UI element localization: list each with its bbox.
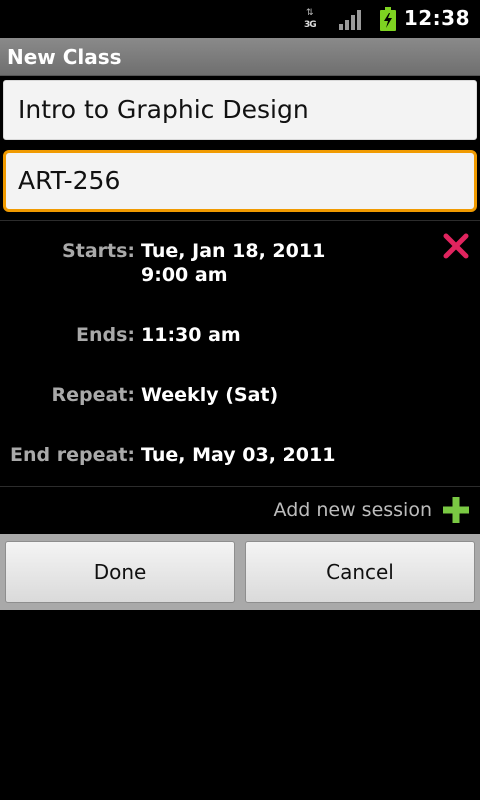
end-repeat-label: End repeat:	[10, 444, 135, 466]
session-repeat-row[interactable]: Repeat: Weekly (Sat)	[0, 384, 480, 414]
repeat-value[interactable]: Weekly (Sat)	[141, 384, 278, 406]
session-end-repeat-row[interactable]: End repeat: Tue, May 03, 2011	[0, 444, 480, 474]
divider	[0, 220, 480, 221]
close-icon[interactable]	[442, 232, 470, 260]
page-title: New Class	[7, 45, 122, 69]
repeat-label: Repeat:	[51, 384, 135, 406]
add-session-label[interactable]: Add new session	[274, 499, 432, 521]
starts-time-value[interactable]: 9:00 am	[141, 264, 228, 286]
ends-label: Ends:	[75, 324, 135, 346]
done-button[interactable]: Done	[5, 541, 235, 603]
status-time: 12:38	[403, 6, 470, 30]
divider	[0, 486, 480, 487]
button-bar: Done Cancel	[0, 534, 480, 610]
session-ends-row[interactable]: Ends: 11:30 am	[0, 324, 480, 354]
end-repeat-value[interactable]: Tue, May 03, 2011	[141, 444, 335, 466]
class-code-field[interactable]: ART-256	[3, 150, 477, 212]
plus-icon[interactable]	[442, 496, 470, 524]
title-bar: New Class	[0, 38, 480, 76]
network-3g-icon: ⇅ 3G	[304, 9, 322, 31]
status-bar: ⇅ 3G 12:38	[0, 0, 480, 38]
signal-icon	[339, 10, 361, 30]
add-session-row[interactable]: Add new session	[0, 496, 480, 530]
class-name-field[interactable]: Intro to Graphic Design	[3, 80, 477, 140]
ends-value[interactable]: 11:30 am	[141, 324, 241, 346]
starts-date-value[interactable]: Tue, Jan 18, 2011	[141, 240, 325, 262]
session-starts-row[interactable]: Starts: Tue, Jan 18, 2011 9:00 am	[0, 240, 480, 286]
battery-charging-icon	[380, 7, 396, 31]
network-arrows: ⇅	[306, 8, 314, 18]
network-label: 3G	[304, 20, 317, 30]
cancel-button[interactable]: Cancel	[245, 541, 475, 603]
starts-label: Starts:	[62, 240, 135, 262]
